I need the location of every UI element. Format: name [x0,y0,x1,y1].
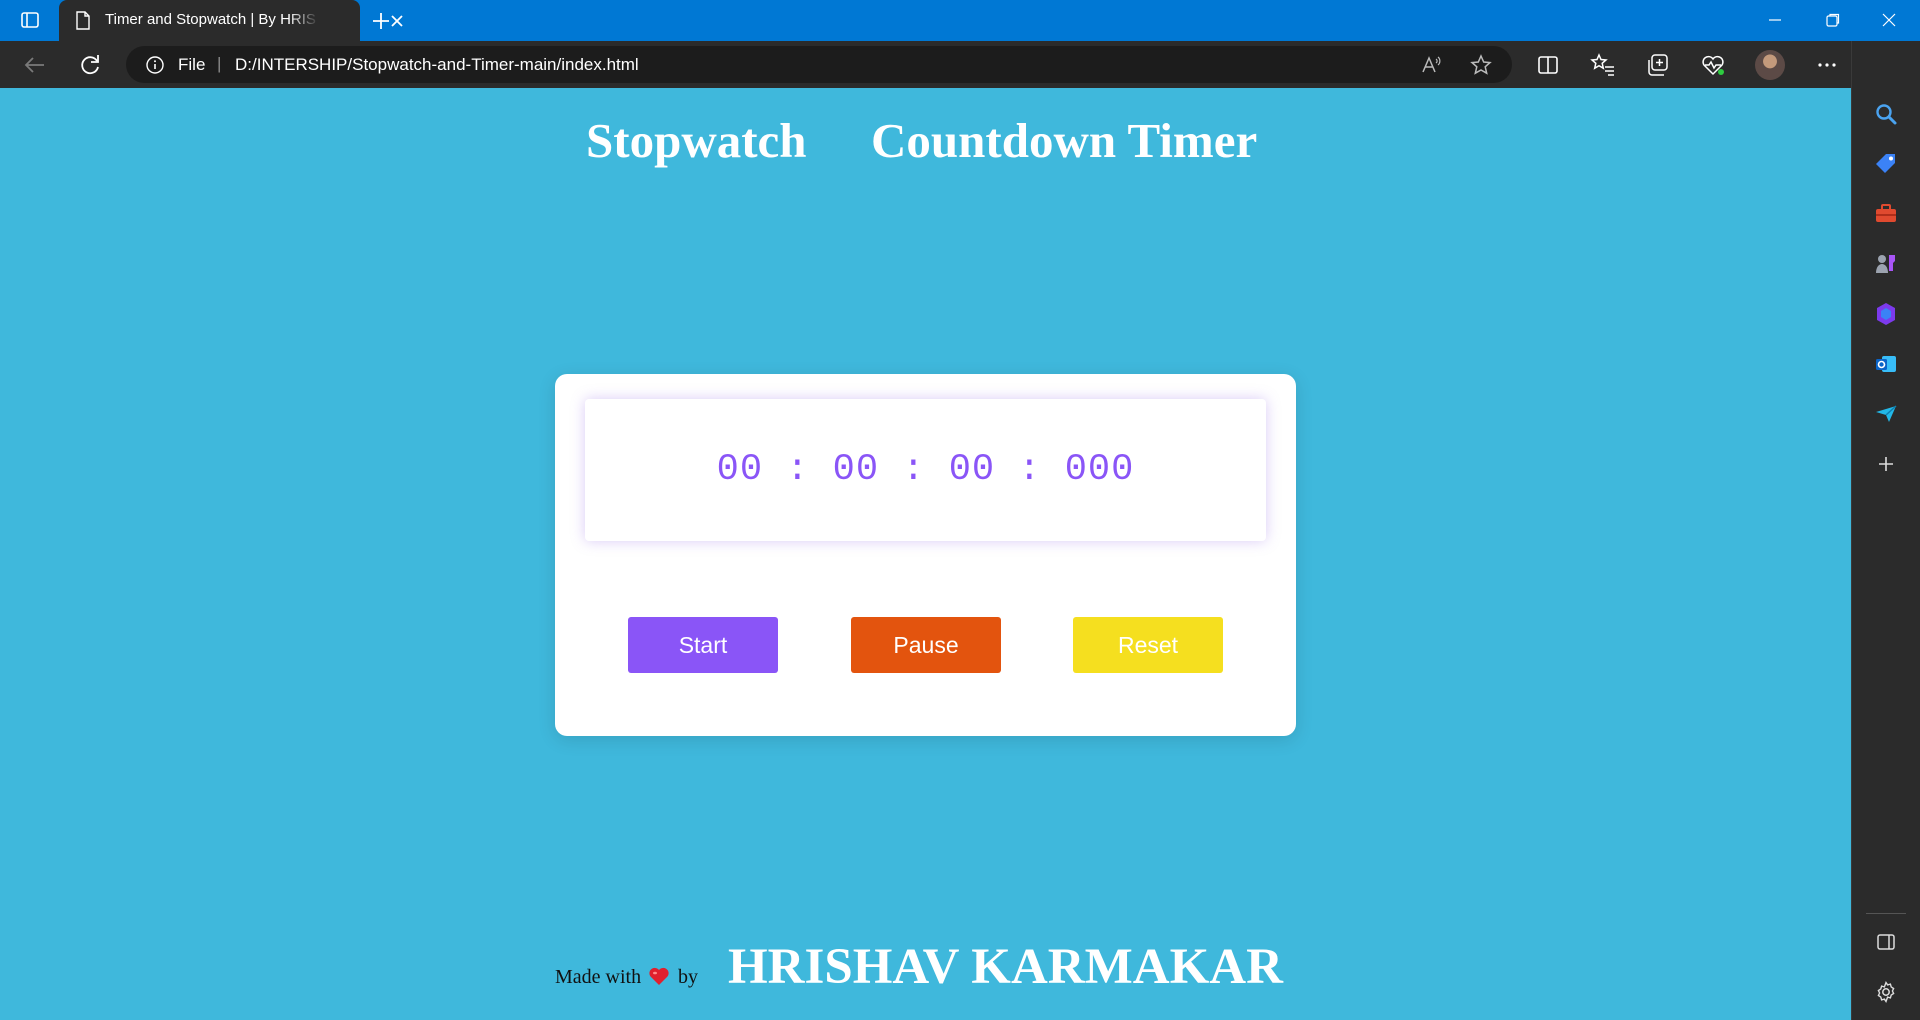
footer-made-with: Made with [555,966,642,988]
time-readout: 00 : 00 : 00 : 000 [716,449,1135,491]
stopwatch-card: 00 : 00 : 00 : 000 Start Pause Reset [555,374,1296,736]
url-text[interactable]: D:/INTERSHIP/Stopwatch-and-Timer-main/in… [235,55,639,75]
browser-essentials-icon[interactable] [1699,51,1727,79]
browser-toolbar: File | D:/INTERSHIP/Stopwatch-and-Timer-… [0,41,1920,88]
start-button[interactable]: Start [628,617,778,673]
avatar[interactable] [1755,50,1785,80]
address-scheme: File [178,55,206,74]
star-icon[interactable] [1470,54,1492,76]
nav-stopwatch-link[interactable]: Stopwatch [586,112,807,169]
back-arrow-icon[interactable] [21,51,49,79]
nav-countdown-timer-link[interactable]: Countdown Timer [871,112,1257,169]
send-icon[interactable] [1873,401,1899,427]
refresh-icon[interactable] [76,51,104,79]
address-separator: | [217,54,222,73]
games-icon[interactable] [1873,251,1899,277]
plus-icon[interactable] [368,8,394,34]
edge-sidebar [1851,41,1920,1020]
minimize-icon[interactable] [1748,0,1802,41]
info-icon[interactable] [145,55,165,75]
favorites-icon[interactable] [1589,51,1617,79]
read-aloud-icon[interactable] [1420,54,1442,76]
add-icon[interactable] [1873,451,1899,477]
split-screen-icon[interactable] [1534,51,1562,79]
time-display: 00 : 00 : 00 : 000 [585,399,1266,541]
sidebar-toggle-icon[interactable] [1873,929,1899,955]
tab-title-fade [289,8,319,34]
restore-icon[interactable] [1806,0,1860,41]
reset-button[interactable]: Reset [1073,617,1223,673]
browser-tab[interactable]: Timer and Stopwatch | By HRISHAV KARMAKA… [59,0,403,41]
sidebar-divider [1866,913,1906,914]
address-bar[interactable]: File | D:/INTERSHIP/Stopwatch-and-Timer-… [126,46,1512,83]
footer-by: by [678,966,698,988]
tab-title: Timer and Stopwatch | By HRISHAV KARMAKA… [105,11,317,28]
more-icon[interactable] [1813,51,1841,79]
pause-button[interactable]: Pause [851,617,1001,673]
settings-icon[interactable] [1873,979,1899,1005]
window-close-icon[interactable] [1862,0,1916,41]
search-icon[interactable] [1873,101,1899,127]
browser-titlebar: Timer and Stopwatch | By HRISHAV KARMAKA… [0,0,1920,41]
tools-icon[interactable] [1873,201,1899,227]
outlook-icon[interactable] [1873,351,1899,377]
document-icon [74,11,92,30]
footer-author-name: HRISHAV KARMAKAR [728,939,1283,995]
office-icon[interactable] [1873,301,1899,327]
tab-actions-icon[interactable] [18,8,42,32]
collections-icon[interactable] [1644,51,1672,79]
heart-icon [648,966,670,986]
shopping-tag-icon[interactable] [1873,151,1899,177]
